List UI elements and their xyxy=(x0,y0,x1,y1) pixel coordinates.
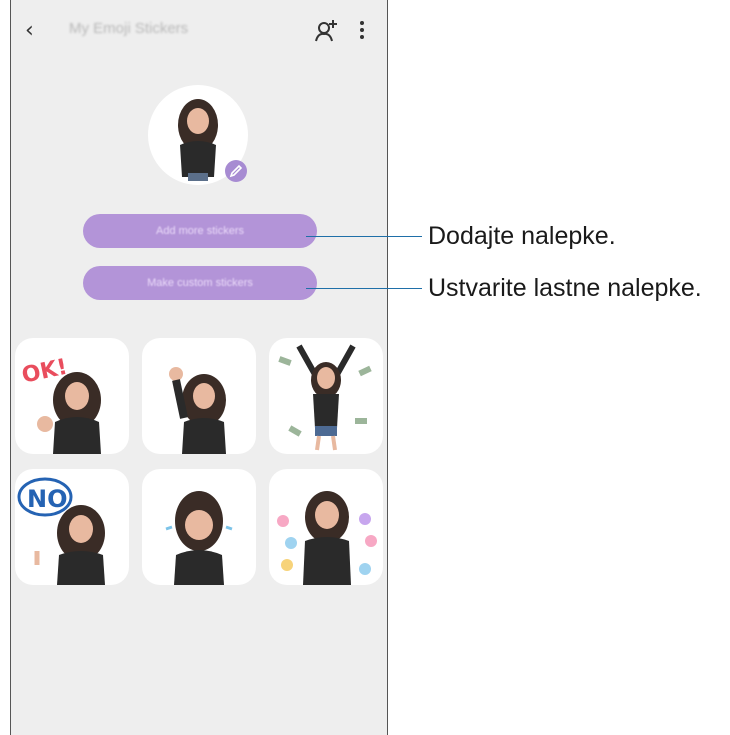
edit-avatar-button[interactable] xyxy=(225,160,247,182)
sticker-hearts-image xyxy=(277,491,377,585)
sticker-wave-image xyxy=(169,367,226,454)
sticker-no-caption: NO xyxy=(27,485,68,513)
app-bar: ‹ My Emoji Stickers xyxy=(11,0,387,60)
page-title: My Emoji Stickers xyxy=(69,20,189,37)
sticker-no-image: NO xyxy=(17,477,105,585)
add-more-stickers-label: Add more stickers xyxy=(155,225,245,237)
make-custom-stickers-label: Make custom stickers xyxy=(147,277,253,289)
sticker-cry-image xyxy=(165,491,233,585)
add-more-stickers-button[interactable]: Add more stickers xyxy=(83,214,317,248)
sticker-cry[interactable] xyxy=(142,469,256,585)
add-avatar-icon[interactable] xyxy=(313,18,339,44)
callout-make-custom: Ustvarite lastne nalepke. xyxy=(428,274,702,302)
make-custom-stickers-button[interactable]: Make custom stickers xyxy=(83,266,317,300)
sticker-money-image xyxy=(278,344,372,451)
sticker-money[interactable] xyxy=(269,338,383,454)
more-vertical-icon[interactable] xyxy=(359,21,365,41)
callout-line-add xyxy=(306,236,422,237)
sticker-no[interactable]: NO xyxy=(15,469,129,585)
callout-line-custom xyxy=(306,288,422,289)
phone-screen: ‹ My Emoji Stickers Add more stickers Ma… xyxy=(10,0,388,735)
sticker-ok-image: OK! xyxy=(20,355,101,454)
sticker-hearts[interactable] xyxy=(269,469,383,585)
sticker-wave[interactable] xyxy=(142,338,256,454)
pencil-icon xyxy=(229,164,243,178)
sticker-ok[interactable]: OK! xyxy=(15,338,129,454)
chevron-left-icon[interactable]: ‹ xyxy=(25,18,34,43)
callout-add-stickers: Dodajte nalepke. xyxy=(428,222,616,250)
